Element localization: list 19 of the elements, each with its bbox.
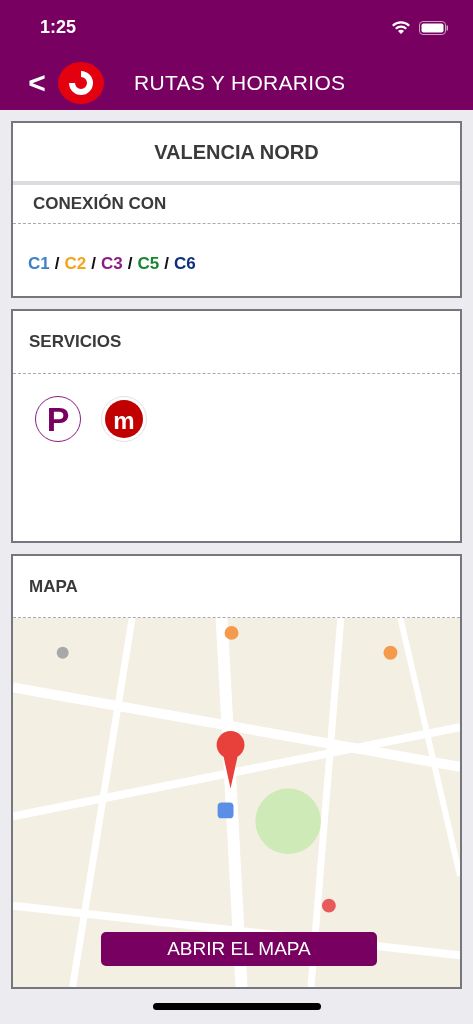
status-time: 1:25 <box>40 17 77 38</box>
separator-text: / <box>164 254 169 274</box>
line-label: C5 <box>137 254 160 274</box>
line-label: C3 <box>100 254 123 274</box>
separator-text: / <box>54 254 60 274</box>
back-button[interactable]: < <box>26 65 48 100</box>
separator-text: / <box>91 254 96 274</box>
battery-icon <box>419 20 449 35</box>
wifi-icon <box>391 20 411 35</box>
separator-text: / <box>127 254 133 274</box>
station-name: VALENCIA NORD <box>13 123 460 185</box>
line-label: C6 <box>173 254 196 274</box>
screen-title: RUTAS Y HORARIOS <box>134 70 346 95</box>
open-map-button[interactable]: ABRIR EL MAPA <box>101 932 377 966</box>
logo-icon <box>58 61 104 104</box>
section-title: CONEXIÓN CON <box>13 185 460 224</box>
section-title: SERVICIOS <box>13 311 460 374</box>
line-label: C1 <box>28 254 50 274</box>
line-label: C2 <box>64 254 87 274</box>
